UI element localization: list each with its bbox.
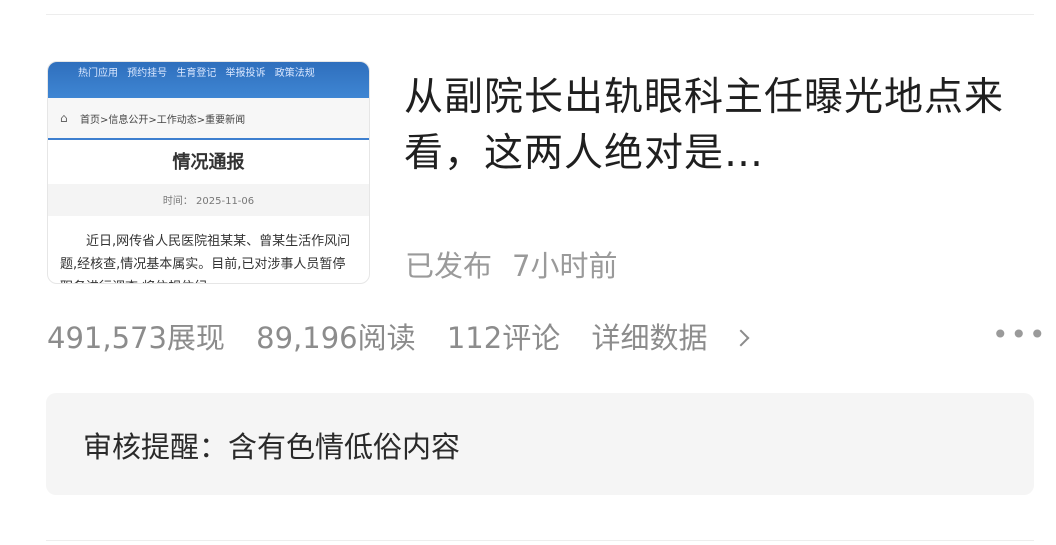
review-notice: 审核提醒：含有色情低俗内容 xyxy=(46,393,1034,495)
thumbnail-nav: 热门应用 预约挂号 生育登记 举报投诉 政策法规 xyxy=(78,68,315,79)
thumbnail-time: 时间： 2025-11-06 xyxy=(162,196,255,207)
comments-count[interactable]: 112评论 xyxy=(447,321,560,355)
detail-data-link[interactable]: 详细数据 xyxy=(591,321,750,355)
thumbnail-breadcrumb: ⌂ 首页>信息公开>工作动态>重要新闻 xyxy=(48,98,369,140)
breadcrumb-text: 首页>信息公开>工作动态>重要新闻 xyxy=(80,115,246,126)
stats-row: 491,573展现 89,196阅读 112评论 详细数据 xyxy=(47,315,750,357)
review-notice-text: 审核提醒：含有色情低俗内容 xyxy=(83,430,461,464)
article-headline[interactable]: 从副院长出轨眼科主任曝光地点来看，这两人绝对是… xyxy=(404,70,1004,182)
chevron-right-icon xyxy=(732,329,750,347)
top-divider xyxy=(46,14,1034,15)
publish-info: 已发布 7小时前 xyxy=(405,243,617,285)
publish-time: 7小时前 xyxy=(512,249,618,283)
home-icon: ⌂ xyxy=(60,111,68,125)
publish-status: 已发布 xyxy=(405,249,493,283)
thumbnail-topbar: 热门应用 预约挂号 生育登记 举报投诉 政策法规 xyxy=(48,62,369,98)
article-thumbnail[interactable]: 热门应用 预约挂号 生育登记 举报投诉 政策法规 ⌂ 首页>信息公开>工作动态>… xyxy=(47,61,370,284)
bottom-divider xyxy=(46,540,1034,541)
reads-count: 89,196阅读 xyxy=(256,321,416,355)
more-options-icon[interactable]: ••• xyxy=(992,318,1048,351)
thumbnail-body: 近日,网传省人民医院祖某某、曾某生活作风问题,经核查,情况基本属实。目前,已对涉… xyxy=(60,234,351,283)
detail-data-label: 详细数据 xyxy=(591,321,708,355)
impressions-count: 491,573展现 xyxy=(47,321,225,355)
thumbnail-title: 情况通报 xyxy=(172,152,245,173)
